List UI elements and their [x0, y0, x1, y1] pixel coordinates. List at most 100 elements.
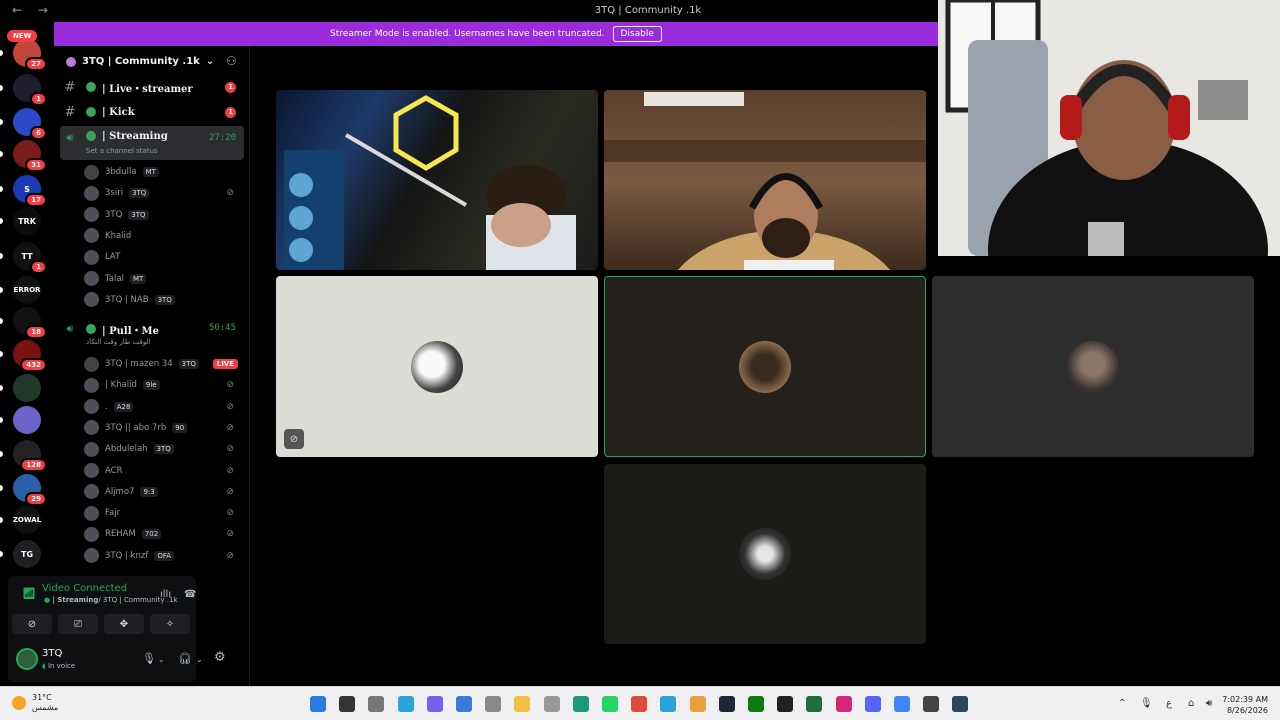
server-icon[interactable]: ZOWAL — [13, 506, 41, 534]
voice-channel-path[interactable]: ● | Streaming/ 3TQ | Community .1k — [44, 596, 177, 604]
instagram-icon[interactable] — [835, 696, 852, 712]
server-icon[interactable]: TG — [13, 540, 41, 568]
chrome-icon[interactable] — [894, 696, 910, 712]
telegram-icon[interactable] — [660, 696, 677, 712]
voice-member[interactable]: LAT — [84, 247, 240, 267]
voice-member[interactable]: 3TQ | mazen 34 3TQ LIVE — [84, 354, 240, 374]
avatar — [84, 399, 99, 415]
voice-member[interactable]: Abdulelah 3TQ ⊘ — [84, 439, 240, 459]
server-icon[interactable] — [13, 374, 41, 402]
camera-off-button[interactable]: ⊘ — [12, 614, 52, 634]
noise-suppression-icon[interactable]: ıllı — [160, 589, 171, 600]
activities-button[interactable]: ✥ — [104, 614, 144, 634]
channel-status[interactable]: Set a channel status — [86, 147, 158, 155]
voice-member[interactable]: 3TQ | knzf OFA ⊘ — [84, 546, 240, 566]
server-icon[interactable]: S 17 — [13, 175, 47, 207]
chevron-down-icon[interactable]: ⌄ — [196, 655, 203, 664]
epic-icon[interactable] — [777, 696, 794, 712]
voice-member[interactable]: 3TQ 3TQ — [84, 205, 240, 225]
file-icon[interactable] — [485, 696, 502, 712]
app-icon[interactable] — [543, 696, 560, 712]
copilot-icon[interactable] — [426, 696, 443, 712]
gear-icon[interactable]: ⚙ — [214, 650, 226, 665]
task-view-icon[interactable] — [368, 696, 385, 712]
server-icon[interactable]: ERROR — [13, 276, 41, 304]
add-user-icon[interactable]: ⚇ — [226, 54, 237, 68]
member-name: Fajr — [105, 508, 121, 519]
voice-member[interactable]: . A28 ⊘ — [84, 397, 240, 417]
weather-widget[interactable]: 31°C مشمس — [12, 693, 58, 713]
voice-member[interactable]: Khalid — [84, 226, 240, 246]
chrome-icon[interactable] — [689, 696, 706, 712]
voice-member[interactable]: REHAM 702 ⊘ — [84, 524, 240, 544]
server-icon[interactable]: 27 — [13, 39, 47, 71]
headphones-icon[interactable]: 🎧︎ — [178, 652, 192, 665]
video-tile-user-2[interactable] — [604, 276, 926, 457]
time: 7:02:39 AM — [1222, 695, 1268, 704]
voice-member[interactable]: Aljmo7 9:3 ⊘ — [84, 482, 240, 502]
telegram-icon[interactable] — [397, 696, 414, 712]
chevron-down-icon[interactable]: ⌄ — [158, 655, 165, 664]
voice-member[interactable]: 3TQ | NAB 3TQ — [84, 290, 240, 310]
voice-channel-pull-me[interactable]: 🔊︎ | Pull・Me 50:45 — [60, 318, 244, 340]
server-icon[interactable]: 6 — [13, 108, 47, 140]
volume-icon[interactable]: 🔊︎ — [1206, 698, 1212, 709]
unread-pip — [0, 451, 3, 457]
chevron-up-icon[interactable]: ⌃ — [1118, 698, 1126, 709]
xbox-icon[interactable] — [748, 696, 764, 712]
store-icon[interactable] — [456, 696, 472, 712]
excel-icon[interactable] — [806, 696, 823, 712]
discord-icon[interactable] — [864, 696, 881, 712]
video-tile-streamer-1[interactable] — [276, 90, 598, 270]
video-tile-streamer-2[interactable] — [604, 90, 926, 270]
microphone-icon[interactable]: 🎙︎ — [1140, 698, 1153, 709]
server-icon[interactable]: 432 — [13, 340, 47, 372]
network-icon[interactable]: ⌂ — [1188, 698, 1194, 709]
edge-icon[interactable] — [572, 696, 589, 712]
voice-member[interactable]: ACR ⊘ — [84, 461, 240, 481]
server-icon[interactable]: TRK — [13, 207, 41, 235]
server-icon[interactable]: 18 — [13, 307, 47, 339]
obs-icon[interactable] — [923, 696, 940, 712]
voice-member[interactable]: Talal MT — [84, 269, 240, 289]
date: 8/26/2026 — [1226, 706, 1268, 715]
steam-icon[interactable] — [952, 696, 969, 712]
chrome-icon[interactable] — [631, 696, 648, 712]
signal-icon[interactable]: 📶︎ — [22, 587, 36, 600]
guild-tag: 3TQ — [154, 294, 175, 305]
screen-share-button[interactable]: ⎚ — [58, 614, 98, 634]
clock[interactable]: 7:02:39 AM 8/26/2026 — [1222, 694, 1268, 716]
voice-member[interactable]: | Khalid 9le ⊘ — [84, 375, 240, 395]
server-icon[interactable] — [13, 406, 41, 434]
server-header[interactable]: 3TQ | Community .1k ⌄ — [66, 56, 214, 67]
server-icon[interactable]: 128 — [13, 440, 47, 472]
whatsapp-icon[interactable] — [602, 696, 618, 712]
folder-icon[interactable] — [514, 696, 531, 712]
windows-icon[interactable] — [310, 696, 326, 712]
unread-pip — [0, 85, 3, 91]
server-icon[interactable]: 1 — [13, 74, 47, 106]
server-icon[interactable]: 29 — [13, 474, 47, 506]
avatar[interactable] — [16, 648, 38, 670]
mention-badge: 432 — [20, 358, 47, 372]
voice-member[interactable]: Fajr ⊘ — [84, 503, 240, 523]
server-icon[interactable]: TT 1 — [13, 242, 47, 274]
video-tile-user-3[interactable] — [932, 276, 1254, 457]
voice-member[interactable]: 3bdulla MT — [84, 162, 240, 182]
search-icon[interactable] — [339, 696, 356, 712]
disconnect-icon[interactable]: ☎︎ — [184, 589, 196, 600]
voice-member[interactable]: 3siri 3TQ ⊘ — [84, 183, 240, 203]
steam-icon[interactable] — [718, 696, 735, 712]
channel-live-streamer[interactable]: # | Live・streamer 1 — [60, 76, 244, 98]
status-dot — [86, 82, 96, 92]
soundboard-button[interactable]: ✧ — [150, 614, 190, 634]
voice-member[interactable]: 3TQ || abo 7rb 90 ⊘ — [84, 418, 240, 438]
language-indicator[interactable]: ع — [1166, 698, 1172, 709]
microphone-icon[interactable]: 🎙︎ — [142, 652, 156, 665]
video-tile-user-1[interactable]: ⊘ — [276, 276, 598, 457]
disable-button[interactable]: Disable — [612, 26, 662, 42]
video-tile-user-4[interactable] — [604, 464, 926, 644]
channel-kick[interactable]: # | Kick 1 — [60, 101, 244, 123]
server-icon[interactable]: 31 — [13, 140, 47, 172]
voice-channel-streaming[interactable]: 🔊︎ | Streaming 27:20 Set a channel statu… — [60, 126, 244, 160]
